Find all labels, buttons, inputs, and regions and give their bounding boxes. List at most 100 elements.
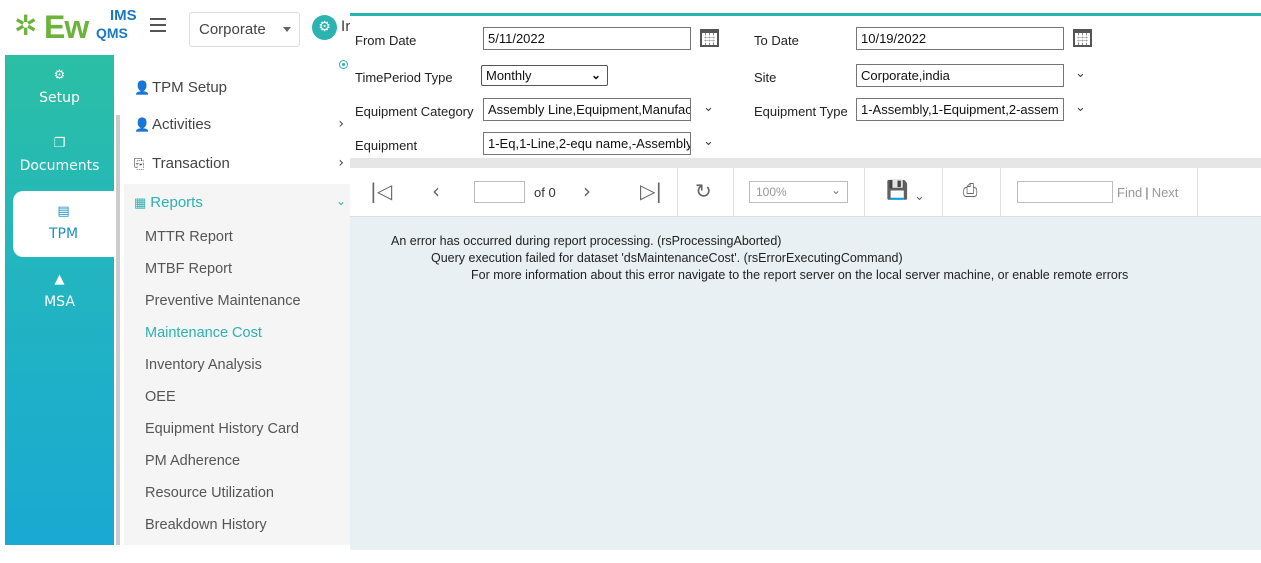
to-date-input[interactable]: 10/19/2022 [856, 27, 1064, 50]
sidebar-item-label: TPM Setup [152, 79, 228, 96]
site-label: Site [754, 70, 777, 85]
find-link[interactable]: Find [1117, 185, 1142, 200]
to-date-label: To Date [754, 33, 799, 48]
report-link-equipment-history-card[interactable]: Equipment History Card [145, 421, 299, 437]
sidebar-item-label: Reports [150, 194, 203, 211]
sidebar-item-reports[interactable]: ▦ Reports [134, 194, 203, 211]
app-root: ✲ Ew IMS QMS Corporate ⚙ In ⚙ Setup ❐ Do… [0, 0, 1261, 563]
user-check-icon: 👤 [134, 117, 151, 132]
rail-item-label: Setup [39, 90, 80, 106]
page-count: of 0 [534, 185, 556, 200]
error-detail: Query execution failed for dataset 'dsMa… [431, 251, 903, 265]
logo-qms: QMS [96, 25, 128, 41]
copy-icon: ❐ [53, 136, 66, 151]
report-link-oee[interactable]: OEE [145, 389, 176, 405]
equipment-type-input[interactable]: 1-Assembly,1-Equipment,2-assem [856, 98, 1064, 121]
sidebar-item-label: Transaction [152, 155, 230, 172]
find-separator: | [1145, 185, 1149, 200]
sidebar-item-tpm-setup[interactable]: 👤 TPM Setup [134, 79, 227, 96]
from-date-input[interactable]: 5/11/2022 [483, 27, 691, 50]
rail-item-setup[interactable]: ⚙ Setup [5, 55, 114, 121]
sidebar-menu: 👤 TPM Setup 👤 Activities › ⎘ Transaction › … [114, 55, 350, 545]
next-page-icon[interactable]: › [583, 180, 591, 202]
equipment-category-input[interactable]: Assembly Line,Equipment,Manufac [483, 98, 691, 121]
toolbar-divider [733, 168, 734, 217]
machine-icon: ▤ [57, 204, 70, 219]
refresh-icon[interactable]: ↻ [695, 180, 712, 202]
report-link-mtbf[interactable]: MTBF Report [145, 261, 232, 277]
rail-item-documents[interactable]: ❐ Documents [5, 123, 114, 189]
logo-star-icon: ✲ [14, 9, 38, 42]
organization-select[interactable]: Corporate [189, 12, 300, 47]
report-link-mttr[interactable]: MTTR Report [145, 229, 233, 245]
find-controls: Find | Next [1117, 185, 1178, 200]
chevron-down-icon: ⌄ [830, 183, 841, 197]
report-link-pm-adherence[interactable]: PM Adherence [145, 453, 240, 469]
toolbar-divider [677, 168, 678, 217]
building-icon: ▦ [134, 195, 147, 210]
equipment-category-label: Equipment Category [355, 104, 474, 119]
chevron-down-icon[interactable]: ⌄ [336, 194, 346, 208]
sidebar-item-label: Activities [152, 116, 212, 133]
chevron-right-icon[interactable]: › [338, 116, 344, 132]
last-page-icon[interactable]: ▷| [640, 180, 662, 202]
site-input[interactable]: Corporate,india [856, 64, 1064, 87]
first-page-icon[interactable]: |◁ [370, 180, 392, 202]
transaction-icon: ⎘ [134, 156, 145, 171]
chevron-right-icon[interactable]: › [338, 155, 344, 171]
equipment-label: Equipment [355, 138, 418, 153]
zoom-select[interactable]: 100% ⌄ [749, 181, 848, 203]
rail-item-label: MSA [44, 294, 75, 310]
report-link-resource-utilization[interactable]: Resource Utilization [145, 485, 274, 501]
calendar-icon[interactable] [1073, 29, 1092, 47]
rail-item-label: TPM [48, 226, 79, 242]
report-toolbar: |◁ ‹ of 0 › ▷| ↻ 100% ⌄ 💾 ⌄ ⎙ Find | Next [350, 168, 1261, 217]
report-body: An error has occurred during report proc… [350, 217, 1261, 550]
hamburger-menu-icon[interactable] [150, 18, 166, 32]
chevron-down-icon[interactable]: ⌄ [1075, 100, 1086, 115]
sidebar-scrollbar[interactable] [116, 115, 120, 545]
toolbar-divider [942, 168, 943, 217]
report-viewer: From Date 5/11/2022 To Date 10/19/2022 T… [350, 13, 1261, 550]
calendar-icon[interactable] [700, 29, 719, 47]
toolbar-divider [1000, 168, 1001, 217]
report-link-breakdown-history[interactable]: Breakdown History [145, 517, 267, 533]
cogs-icon: ⚙ [53, 68, 66, 83]
previous-page-icon[interactable]: ‹ [432, 180, 440, 202]
error-message: An error has occurred during report proc… [391, 234, 782, 248]
toolbar-divider [864, 168, 865, 217]
gear-icon[interactable]: ⚙ [312, 15, 337, 40]
logo-ims: IMS [110, 7, 137, 24]
sidebar-item-transaction[interactable]: ⎘ Transaction [134, 155, 230, 172]
report-link-maintenance-cost[interactable]: Maintenance Cost [145, 325, 262, 341]
chevron-down-icon[interactable]: ⌄ [914, 186, 925, 208]
next-link[interactable]: Next [1152, 185, 1179, 200]
report-link-inventory-analysis[interactable]: Inventory Analysis [145, 357, 262, 373]
timeperiod-select[interactable]: Monthly ⌄ [481, 65, 608, 86]
chevron-down-icon[interactable]: ⌄ [1075, 66, 1086, 81]
report-link-preventive-maintenance[interactable]: Preventive Maintenance [145, 293, 301, 309]
rail-item-msa[interactable]: ▲ MSA [5, 259, 114, 325]
organization-select-value: Corporate [199, 21, 266, 38]
timeperiod-label: TimePeriod Type [355, 70, 453, 85]
top-bar: ✲ Ew IMS QMS Corporate ⚙ In [0, 0, 350, 55]
accent-line [350, 13, 1261, 16]
pin-icon[interactable] [339, 60, 348, 69]
equipment-input[interactable]: 1-Eq,1-Line,2-equ name,-Assembly [483, 132, 691, 155]
zoom-value: 100% [756, 185, 787, 199]
toolbar-divider [1197, 168, 1198, 217]
rail-item-tpm[interactable]: ▤ TPM [13, 191, 114, 257]
app-logo[interactable]: ✲ Ew IMS QMS [14, 8, 139, 48]
save-icon[interactable]: 💾 [886, 180, 908, 202]
parameter-divider [350, 158, 1261, 168]
find-input[interactable] [1017, 181, 1113, 203]
page-number-input[interactable] [474, 181, 525, 203]
sidebar-item-activities[interactable]: 👤 Activities [134, 116, 211, 133]
logo-brand: Ew [44, 9, 89, 45]
error-hint: For more information about this error na… [471, 268, 1129, 282]
from-date-label: From Date [355, 33, 417, 48]
chevron-down-icon[interactable]: ⌄ [703, 134, 714, 149]
chart-icon: ▲ [54, 272, 65, 287]
chevron-down-icon[interactable]: ⌄ [703, 100, 714, 115]
print-icon[interactable]: ⎙ [963, 180, 977, 202]
